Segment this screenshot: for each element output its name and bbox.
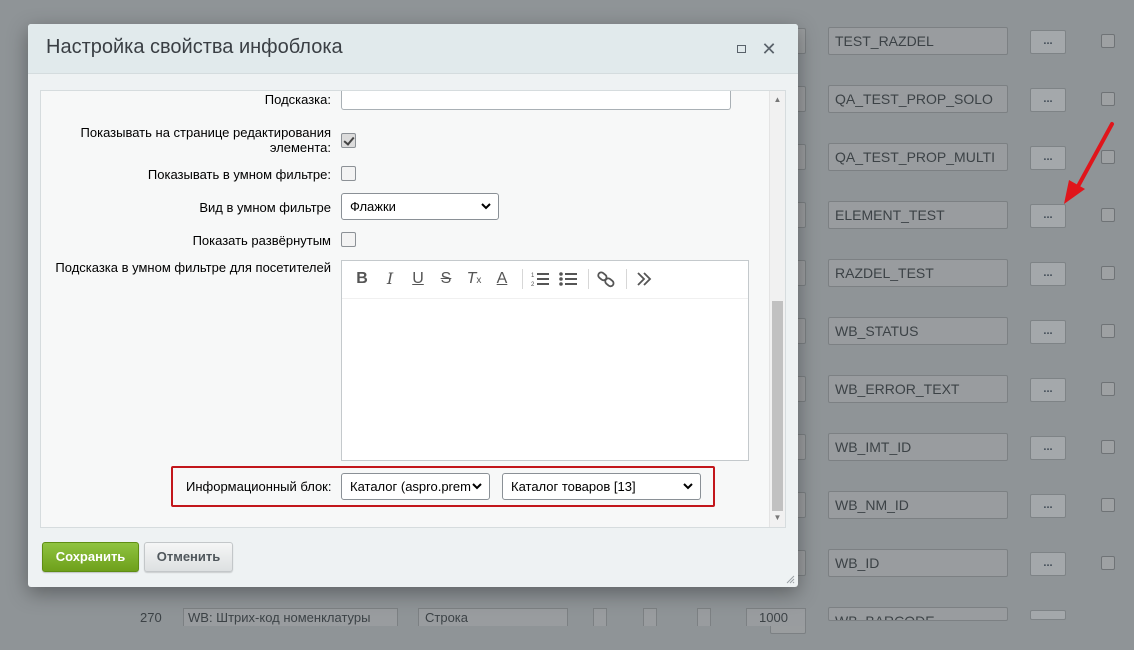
scroll-down-icon[interactable]: ▼ (770, 511, 785, 525)
row-checkbox[interactable] (1101, 382, 1115, 396)
show-on-edit-label: Показывать на странице редактирования эл… (80, 125, 331, 155)
content-scrollbar[interactable]: ▲ ▼ (769, 91, 785, 527)
row-checkbox[interactable] (1101, 498, 1115, 512)
iblock-value: Каталог товаров [13] (511, 479, 636, 494)
bold-icon[interactable]: B (352, 269, 372, 289)
show-in-smart-filter-label: Показывать в умном фильтре: (147, 167, 331, 182)
smart-filter-hint-label: Подсказка в умном фильтре для посетителе… (55, 260, 331, 275)
property-code-input[interactable]: RAZDEL_TEST (828, 259, 1008, 287)
clear-format-icon[interactable]: Tx (464, 269, 484, 289)
row-checkbox[interactable] (697, 608, 711, 626)
chevron-down-icon (481, 203, 491, 210)
svg-text:1: 1 (531, 273, 535, 279)
svg-text:2: 2 (531, 282, 535, 288)
toolbar-separator (588, 269, 589, 289)
show-expanded-checkbox[interactable] (341, 232, 356, 247)
more-options-icon[interactable] (634, 269, 654, 289)
scroll-up-icon[interactable]: ▲ (770, 93, 785, 107)
link-icon[interactable] (596, 269, 616, 289)
row-checkbox[interactable] (643, 608, 657, 626)
dialog-header[interactable]: Настройка свойства инфоблока ✕ (28, 24, 798, 74)
property-code-input[interactable]: WB_IMT_ID (828, 433, 1008, 461)
more-button[interactable]: ... (1030, 30, 1066, 54)
dialog-content: Подсказка: Показывать на странице редакт… (40, 90, 786, 528)
underline-icon[interactable]: U (408, 269, 428, 289)
chevron-down-icon (471, 474, 483, 499)
property-code-input[interactable]: TEST_RAZDEL (828, 27, 1008, 55)
maximize-icon[interactable] (731, 39, 751, 59)
row-checkbox[interactable] (1101, 34, 1115, 48)
hint-label: Подсказка: (264, 92, 331, 107)
row-checkbox[interactable] (593, 608, 607, 626)
table-row-partial: 270 WB: Штрих-код номенклатуры Строка 10… (0, 604, 1134, 626)
smart-filter-hint-editor[interactable]: B I U S Tx A 12 (341, 260, 749, 461)
property-code-input[interactable]: QA_TEST_PROP_MULTI (828, 143, 1008, 171)
chevron-down-icon (683, 483, 693, 490)
dialog-title: Настройка свойства инфоблока (46, 36, 343, 58)
resize-handle-icon[interactable] (785, 574, 795, 584)
property-sort-input[interactable]: 1000 (746, 608, 806, 626)
iblock-label: Информационный блок: (186, 479, 332, 494)
property-type-select[interactable]: Строка (418, 608, 568, 626)
smart-filter-view-value: Флажки (350, 199, 396, 214)
unordered-list-icon[interactable] (558, 269, 578, 289)
more-button[interactable]: ... (1030, 552, 1066, 576)
iblock-type-select[interactable]: Каталог (aspro.prem (341, 473, 490, 500)
property-code-input[interactable]: WB_ID (828, 549, 1008, 577)
smart-filter-view-select[interactable]: Флажки (341, 193, 499, 220)
smart-filter-view-label: Вид в умном фильтре (199, 200, 331, 215)
toolbar-separator (626, 269, 627, 289)
strikethrough-icon[interactable]: S (436, 269, 456, 289)
show-expanded-label: Показать развёрнутым (192, 233, 331, 248)
cancel-button[interactable]: Отменить (144, 542, 233, 572)
iblock-property-dialog: Настройка свойства инфоблока ✕ Подсказка… (28, 24, 798, 587)
property-name-input[interactable]: WB: Штрих-код номенклатуры (183, 608, 398, 626)
more-button[interactable]: ... (1030, 262, 1066, 286)
iblock-select[interactable]: Каталог товаров [13] (502, 473, 701, 500)
close-icon[interactable]: ✕ (759, 39, 779, 59)
more-button[interactable]: ... (1030, 494, 1066, 518)
property-code-input[interactable]: QA_TEST_PROP_SOLO (828, 85, 1008, 113)
row-checkbox[interactable] (1101, 324, 1115, 338)
scroll-thumb[interactable] (772, 301, 783, 511)
property-code-input[interactable]: WB_NM_ID (828, 491, 1008, 519)
property-id: 270 (140, 610, 162, 625)
annotation-arrow-icon (1064, 122, 1114, 204)
row-checkbox[interactable] (1101, 556, 1115, 570)
property-code-input[interactable]: ELEMENT_TEST (828, 201, 1008, 229)
italic-icon[interactable]: I (380, 269, 400, 289)
more-button[interactable]: ... (1030, 320, 1066, 344)
more-button[interactable]: ... (1030, 378, 1066, 402)
row-checkbox[interactable] (1101, 440, 1115, 454)
show-in-smart-filter-checkbox[interactable] (341, 166, 356, 181)
iblock-type-value: Каталог (aspro.prem (350, 479, 471, 494)
hint-input[interactable] (341, 91, 731, 110)
property-code-input[interactable]: WB_STATUS (828, 317, 1008, 345)
row-checkbox[interactable] (1101, 92, 1115, 106)
font-color-icon[interactable]: A (492, 269, 512, 289)
show-on-edit-checkbox[interactable] (341, 133, 356, 148)
more-button[interactable]: ... (1030, 88, 1066, 112)
row-checkbox[interactable] (1101, 266, 1115, 280)
property-code-input[interactable]: WB_ERROR_TEXT (828, 375, 1008, 403)
more-button[interactable]: ... (1030, 436, 1066, 460)
toolbar-separator (522, 269, 523, 289)
row-checkbox[interactable] (1101, 208, 1115, 222)
editor-toolbar: B I U S Tx A 12 (342, 261, 748, 299)
save-button[interactable]: Сохранить (42, 542, 139, 572)
ordered-list-icon[interactable]: 12 (530, 269, 550, 289)
